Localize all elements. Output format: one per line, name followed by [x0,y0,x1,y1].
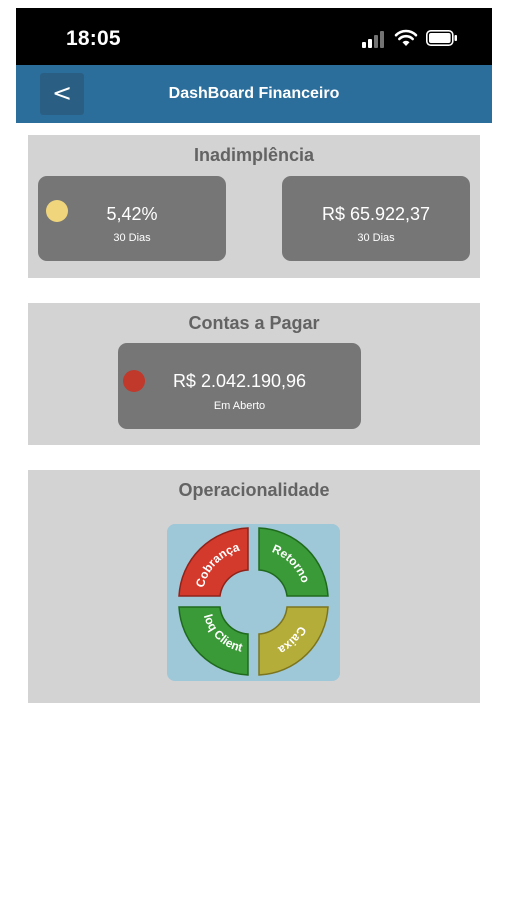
contas-pagar-card[interactable]: R$ 2.042.190,96 Em Aberto [118,343,361,429]
operacionalidade-title: Operacionalidade [178,480,330,500]
contas-pagar-value: R$ 2.042.190,96 [172,371,307,391]
inadimplencia-amount-card[interactable]: R$ 65.922,37 30 Dias [282,176,470,261]
inadimplencia-title: Inadimplência [193,145,315,165]
operations-ring-menu: Cobrança Retorno Caixa loq Client [167,524,340,681]
segment-retorno[interactable]: Retorno [258,527,329,597]
inadimplencia-percent-period: 30 Dias [113,232,151,244]
status-icons [362,28,462,48]
segment-caixa[interactable]: Caixa [258,606,329,676]
page-title: DashBoard Financeiro [168,85,340,102]
contas-pagar-title: Contas a Pagar [188,313,320,333]
contas-pagar-status: Em Aberto [213,400,266,412]
signal-icon [362,30,388,48]
battery-icon [426,30,457,46]
inadimplencia-percent-value: 5,42% [106,204,158,224]
nav-bar: DashBoard Financeiro < [16,65,492,123]
inadimplencia-percent-card[interactable]: 5,42% 30 Dias [38,176,226,261]
operacionalidade-section: Operacionalidade Cobrança Retorno Caixa … [28,470,480,703]
wifi-icon [394,29,418,46]
segment-cobranca[interactable]: Cobrança [178,527,249,597]
inadimplencia-section: Inadimplência 5,42% 30 Dias R$ 65.922,37… [28,135,480,278]
inadimplencia-amount-period: 30 Dias [357,232,395,244]
status-bar: 18:05 [16,8,492,65]
status-time: 18:05 [66,27,121,50]
inadimplencia-amount-value: R$ 65.922,37 [321,204,431,224]
contas-pagar-section: Contas a Pagar R$ 2.042.190,96 Em Aberto [28,303,480,445]
back-button[interactable]: < [40,73,84,115]
